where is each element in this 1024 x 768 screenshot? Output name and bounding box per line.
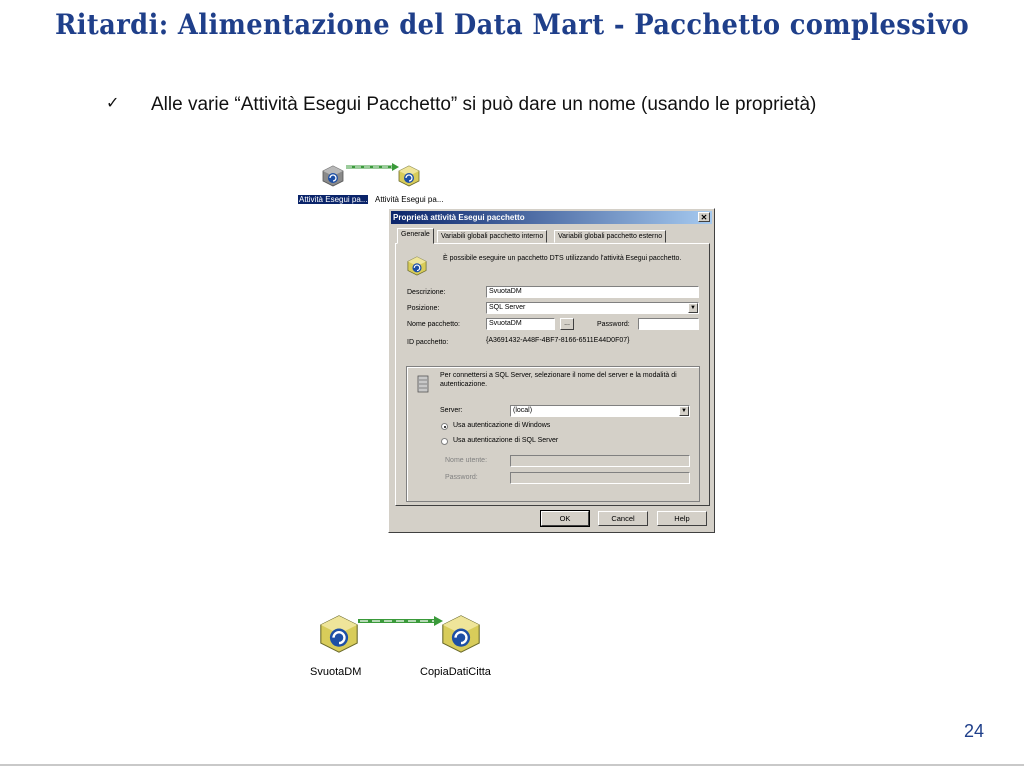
password-label: Password: [597,321,630,328]
server-select[interactable]: (local) ▼ [510,405,690,417]
dialog-titlebar[interactable]: Proprietà attività Esegui pacchetto ✕ [391,211,712,224]
posizione-label: Posizione: [407,305,440,312]
tab-variabili-interno[interactable]: Variabili globali pacchetto interno [437,230,548,243]
properties-dialog: Proprietà attività Esegui pacchetto ✕ Ge… [388,208,715,533]
package-task-icon[interactable] [398,165,420,187]
cancel-button[interactable]: Cancel [598,511,648,526]
dialog-title: Proprietà attività Esegui pacchetto [393,213,525,222]
task-label-copiadaticitta[interactable]: CopiaDatiCitta [420,666,491,678]
slide-title: Ritardi: Alimentazione del Data Mart - P… [54,8,970,41]
footer-divider [0,764,1024,766]
close-button[interactable]: ✕ [698,212,710,222]
ok-button[interactable]: OK [540,510,590,527]
task-label-selected[interactable]: Attività Esegui pa... [298,195,369,204]
posizione-value: SQL Server [489,304,526,311]
page-number: 24 [964,721,985,741]
server-value: (local) [513,407,533,414]
id-pacchetto-label: ID pacchetto: [407,339,449,346]
radio-windows-auth[interactable] [441,423,448,430]
nome-pacchetto-label: Nome pacchetto: [407,321,460,328]
password2-field[interactable] [510,472,690,484]
password2-label: Password: [445,474,478,481]
package-icon [406,256,428,276]
nome-utente-field[interactable] [510,455,690,467]
tab-variabili-esterno[interactable]: Variabili globali pacchetto esterno [554,230,667,243]
tab-generale[interactable]: Generale [397,228,434,244]
descrizione-field[interactable]: SvuotaDM [486,286,699,298]
descrizione-label: Descrizione: [407,289,446,296]
tab-panel: È possibile eseguire un pacchetto DTS ut… [395,243,710,506]
precedence-arrow [358,616,443,626]
server-groupbox: Per connettersi a SQL Server, selezionar… [406,366,700,502]
task-label-svuotadm[interactable]: SvuotaDM [310,666,361,678]
task-label[interactable]: Attività Esegui pa... [375,195,443,204]
nome-utente-label: Nome utente: [445,457,488,464]
radio-sql-auth[interactable] [441,438,448,445]
posizione-select[interactable]: SQL Server ▼ [486,302,699,314]
package-task-icon[interactable] [322,165,344,187]
checkmark-icon: ✓ [106,95,120,112]
intro-text: È possibile eseguire un pacchetto DTS ut… [443,255,682,262]
database-server-icon [417,375,429,393]
password-field[interactable] [638,318,699,330]
radio-windows-label[interactable]: Usa autenticazione di Windows [453,422,550,429]
precedence-arrow [346,163,399,171]
browse-button[interactable]: ... [560,318,574,330]
nome-pacchetto-field[interactable]: SvuotaDM [486,318,555,330]
radio-sql-label[interactable]: Usa autenticazione di SQL Server [453,437,558,444]
chevron-down-icon[interactable]: ▼ [688,303,698,313]
package-task-icon[interactable] [441,614,481,654]
chevron-down-icon[interactable]: ▼ [679,406,689,416]
server-intro-text: Per connettersi a SQL Server, selezionar… [440,372,677,388]
id-pacchetto-value: {A3691432-A48F-4BF7-8166-6511E44D0F07} [486,337,630,344]
bullet-text: Alle varie “Attività Esegui Pacchetto” s… [151,94,817,115]
server-label: Server: [440,407,463,414]
package-task-icon[interactable] [319,614,359,654]
help-button[interactable]: Help [657,511,707,526]
